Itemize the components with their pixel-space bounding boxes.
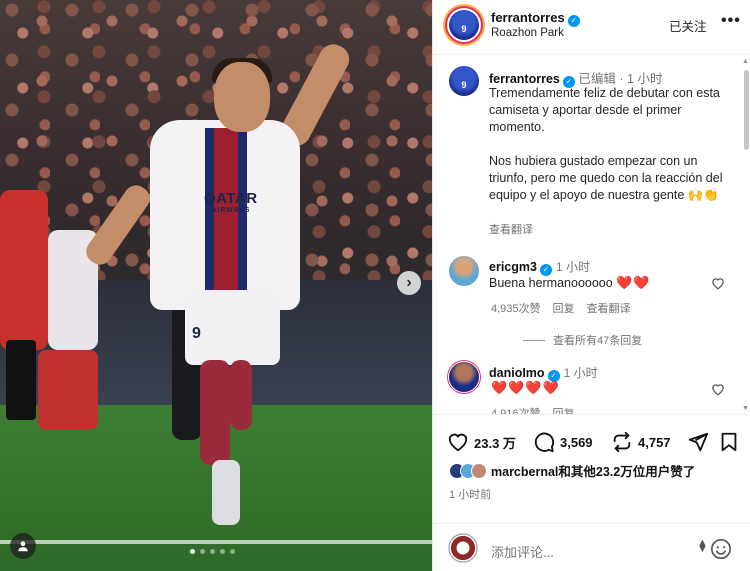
scroll-down-arrow-icon[interactable]: ▼ bbox=[742, 405, 749, 412]
pitch-line bbox=[0, 540, 432, 544]
jersey-sponsor: QATAR AIRWAYS bbox=[204, 190, 258, 214]
comment-action[interactable]: 3,569 bbox=[533, 431, 593, 453]
tagged-users-button[interactable] bbox=[10, 533, 36, 559]
heart-emoji: ❤️❤️❤️❤️ bbox=[491, 380, 560, 395]
sponsor-subtext: AIRWAYS bbox=[211, 207, 251, 214]
caption-time: 1 小时 bbox=[627, 72, 663, 86]
heart-emoji: ❤️❤️ bbox=[616, 275, 651, 290]
liked-by-others[interactable]: 和其他23.2万位用户赞了 bbox=[558, 465, 695, 479]
post-header: 9 ferrantorres ✓ Roazhon Park 已关注 ••• bbox=[433, 0, 750, 55]
scrollbar-thumb[interactable] bbox=[744, 70, 749, 150]
like-count[interactable]: 23.3 万 bbox=[474, 433, 516, 452]
caption-author-avatar[interactable]: 9 bbox=[449, 66, 479, 96]
carousel-dot bbox=[190, 549, 195, 554]
post-actions: 23.3 万 3,569 4,757 marcbernal和其他23.2万位用户… bbox=[433, 414, 750, 571]
comment-count[interactable]: 3,569 bbox=[560, 435, 593, 450]
player-boot bbox=[212, 460, 240, 525]
emoji-icon[interactable] bbox=[710, 538, 732, 560]
comment-body: Buena hermanoooooo bbox=[489, 276, 613, 290]
comment-time: 1 小时 bbox=[563, 366, 598, 380]
save-action[interactable] bbox=[718, 431, 740, 453]
shorts-number: 9 bbox=[192, 325, 201, 342]
comment-header: ericgm3 ✓ 1 小时 bbox=[489, 258, 590, 276]
post-time: 1 小时前 bbox=[449, 489, 492, 501]
player-leg bbox=[200, 360, 230, 465]
repost-action[interactable]: 4,757 bbox=[611, 431, 671, 453]
user-icon bbox=[18, 541, 28, 552]
liked-by-row: marcbernal和其他23.2万位用户赞了 bbox=[449, 461, 695, 480]
add-comment-input[interactable]: 添加评论... bbox=[491, 542, 554, 561]
comments-scroll-area[interactable]: 9 ferrantorres ✓ 已编辑 · 1 小时 Tremendamente… bbox=[433, 56, 750, 414]
background-player-red-legs bbox=[6, 340, 36, 420]
liker-avatar[interactable] bbox=[471, 462, 487, 479]
comment-avatar[interactable] bbox=[449, 362, 479, 392]
caption-username[interactable]: ferrantorres bbox=[489, 72, 560, 86]
comment-text: Buena hermanoooooo ❤️❤️ bbox=[489, 275, 651, 291]
carousel-dot bbox=[230, 549, 235, 554]
comment-username[interactable]: danioImo bbox=[489, 366, 545, 380]
sponsor-text: QATAR bbox=[204, 190, 258, 207]
like-action[interactable]: 23.3 万 bbox=[447, 431, 516, 453]
view-all-replies[interactable]: 查看所有47条回复 bbox=[523, 332, 642, 348]
comment-meta: 4,935次赞 回复 查看翻译 bbox=[491, 300, 631, 316]
share-action[interactable] bbox=[687, 431, 709, 453]
separator-dot: · bbox=[619, 72, 624, 86]
bookmark-icon[interactable] bbox=[718, 431, 740, 453]
following-button[interactable]: 已关注 bbox=[669, 16, 707, 35]
more-options-icon[interactable]: ••• bbox=[721, 12, 741, 30]
comment-avatar[interactable] bbox=[449, 256, 479, 286]
background-player-white-legs bbox=[38, 350, 98, 430]
heart-icon[interactable] bbox=[710, 382, 726, 396]
reply-button[interactable]: 回复 bbox=[553, 405, 575, 414]
author-username-text[interactable]: ferrantorres bbox=[491, 10, 565, 25]
caption-translate-link[interactable]: 查看翻译 bbox=[489, 221, 533, 237]
current-user-avatar bbox=[448, 533, 478, 563]
comment-time: 1 小时 bbox=[555, 260, 590, 274]
carousel-dots bbox=[190, 549, 235, 554]
liked-by-text[interactable]: marcbernal和其他23.2万位用户赞了 bbox=[491, 461, 695, 480]
chevron-right-icon: › bbox=[406, 274, 412, 291]
verified-badge-icon: ✓ bbox=[567, 15, 580, 27]
jersey-stripe-red bbox=[214, 128, 238, 303]
carousel-dot bbox=[220, 549, 225, 554]
divider-line bbox=[523, 339, 545, 341]
repost-icon[interactable] bbox=[611, 431, 633, 453]
liked-by-username[interactable]: marcbernal bbox=[491, 465, 558, 479]
carousel-next-button[interactable]: › bbox=[397, 271, 421, 295]
translate-link[interactable]: 查看翻译 bbox=[587, 300, 631, 316]
caption-text: Tremendamente feliz de debutar con esta … bbox=[489, 86, 723, 202]
player-head bbox=[214, 62, 270, 132]
carousel-dot bbox=[200, 549, 205, 554]
edited-label: 已编辑 bbox=[578, 72, 616, 86]
background-player-red bbox=[0, 190, 48, 350]
add-comment-bar: 添加评论... ▲ ▼ bbox=[433, 523, 750, 571]
post-location[interactable]: Roazhon Park bbox=[491, 27, 564, 39]
share-icon[interactable] bbox=[687, 431, 709, 453]
reply-button[interactable]: 回复 bbox=[553, 300, 575, 316]
post-side-panel: 9 ferrantorres ✓ Roazhon Park 已关注 ••• 9 f… bbox=[432, 0, 750, 571]
repost-count[interactable]: 4,757 bbox=[638, 435, 671, 450]
heart-icon[interactable] bbox=[710, 276, 726, 290]
carousel-dot bbox=[210, 549, 215, 554]
comment-likes[interactable]: 4,916次赞 bbox=[491, 405, 541, 414]
comment-likes[interactable]: 4,935次赞 bbox=[491, 300, 541, 316]
comment-meta: 4,916次赞 回复 bbox=[491, 405, 575, 414]
sort-icon[interactable]: ▲ ▼ bbox=[697, 538, 708, 555]
comment-username[interactable]: ericgm3 bbox=[489, 260, 537, 274]
comment-icon[interactable] bbox=[533, 431, 555, 453]
post-photo[interactable]: QATAR AIRWAYS 9 › bbox=[0, 0, 432, 571]
scroll-up-arrow-icon[interactable]: ▲ bbox=[742, 58, 749, 65]
player-leg-back bbox=[230, 360, 252, 430]
heart-icon[interactable] bbox=[447, 431, 469, 453]
author-avatar[interactable]: 9 bbox=[447, 8, 481, 42]
view-all-replies-text[interactable]: 查看所有47条回复 bbox=[553, 332, 642, 348]
comment-text: ❤️❤️❤️❤️ bbox=[491, 380, 560, 396]
author-username[interactable]: ferrantorres ✓ bbox=[491, 10, 580, 27]
